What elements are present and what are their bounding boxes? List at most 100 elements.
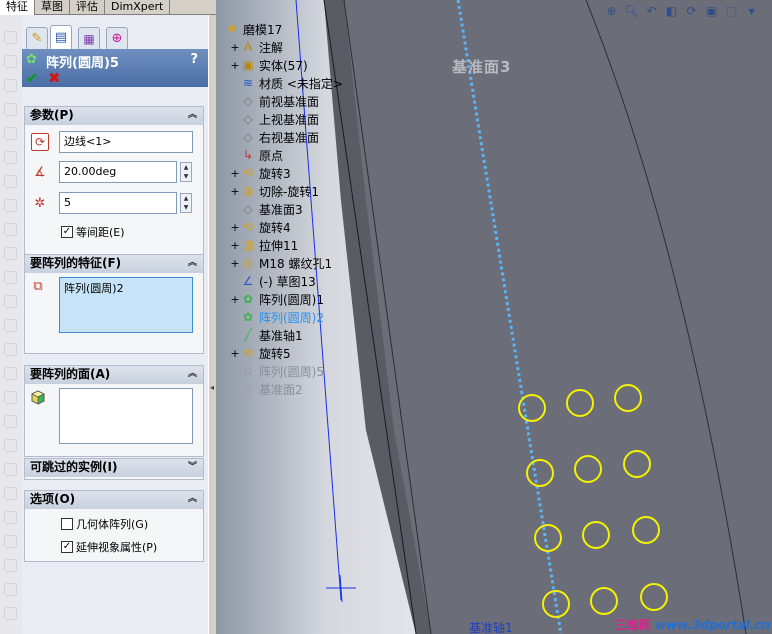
configuration-manager-tab[interactable]: ▦ — [78, 27, 100, 49]
watermark-label: 三维网 — [614, 618, 651, 632]
part-face[interactable] — [324, 0, 772, 634]
previous-view-icon[interactable]: ↶ — [643, 3, 660, 20]
tree-node[interactable]: ◇ 基准面3 — [230, 200, 302, 218]
tree-node-label: 旋转3 — [259, 166, 291, 181]
toolbar-ghost-icon — [4, 559, 17, 572]
rotate-view-icon[interactable]: ⟳ — [683, 3, 700, 20]
tree-node[interactable]: + ▥ 拉伸11 — [230, 236, 298, 254]
features-header-label: 要阵列的特征(F) — [30, 256, 122, 270]
expand-chevron-icon: ︾ — [187, 462, 197, 472]
tree-node[interactable]: ✿ 阵列(圆周)2 — [230, 308, 324, 326]
graphics-viewport[interactable]: 基准面3 ⊕ 🔍︎ ↶ ◧ ⟳ ▣ ⬚ ▾ ❖ 磨模17 + A 注解 + ▣ 实体(57… — [216, 0, 772, 634]
part-icon: ❖ — [226, 22, 238, 36]
skip-instances-header[interactable]: 可跳过的实例(I) ︾ — [25, 459, 203, 477]
features-header[interactable]: 要阵列的特征(F) ︽ — [25, 255, 203, 273]
angle-field[interactable]: 20.00deg — [59, 161, 177, 183]
geometry-pattern-checkbox[interactable]: 几何体阵列(G) — [61, 516, 148, 532]
instances-field[interactable]: 5 — [59, 192, 177, 214]
plane-icon: ◇ — [243, 94, 253, 108]
tree-root[interactable]: ❖ 磨模17 — [224, 20, 283, 38]
faces-header[interactable]: 要阵列的面(A) ︽ — [25, 366, 203, 384]
command-tabs: 特征 草图 评估 DimXpert — [0, 0, 216, 15]
collapse-chevron-icon: ︽ — [187, 494, 197, 504]
list-item[interactable]: 阵列(圆周)2 — [64, 280, 188, 296]
tree-node[interactable]: ∠ (-) 草图13 — [230, 272, 316, 290]
tree-node[interactable]: ↳ 原点 — [230, 146, 283, 164]
tree-node[interactable]: + ⟲ 旋转4 — [230, 218, 290, 236]
tree-node-label: 原点 — [259, 148, 284, 163]
expand-icon[interactable]: + — [230, 59, 240, 72]
zoom-area-icon[interactable]: 🔍︎ — [623, 3, 640, 20]
skip-instances-group: 可跳过的实例(I) ︾ — [24, 458, 204, 480]
expand-icon[interactable]: + — [230, 347, 240, 360]
tree-node[interactable]: + ✿ 阵列(圆周)1 — [230, 290, 324, 308]
tree-node-label: 基准轴1 — [259, 328, 303, 343]
angle-spinner[interactable]: ▲ ▼ — [180, 162, 192, 182]
tree-node[interactable]: + ◎ M18 螺纹孔1 — [230, 254, 332, 272]
plane-label: 基准面3 — [452, 58, 512, 76]
expand-icon[interactable]: + — [230, 257, 240, 270]
edge-selection-field[interactable]: 边线<1> — [59, 131, 193, 153]
expand-icon[interactable]: + — [230, 239, 240, 252]
tree-node[interactable]: ◇ 基准面2 — [230, 380, 302, 398]
faces-list[interactable] — [59, 388, 193, 444]
tab-sketch[interactable]: 草图 — [35, 0, 70, 15]
expand-icon[interactable]: + — [230, 167, 240, 180]
tree-node[interactable]: + ▣ 实体(57) — [230, 56, 307, 74]
tree-node[interactable]: ✿ 阵列(圆周)5 — [230, 362, 324, 380]
reverse-direction-icon[interactable]: ⟳ — [31, 133, 49, 151]
propagate-visual-checkbox[interactable]: ✓ 延伸视象属性(P) — [61, 539, 157, 555]
toolbar-ghost-icon — [4, 31, 17, 44]
expand-icon[interactable]: + — [230, 185, 240, 198]
options-group: 选项(O) ︽ 几何体阵列(G) ✓ 延伸视象属性(P) — [24, 490, 204, 562]
sketch-icon: ∠ — [242, 274, 254, 288]
chevron-down-icon[interactable]: ▾ — [743, 3, 760, 20]
zoom-to-fit-icon[interactable]: ⊕ — [603, 3, 620, 20]
equal-spacing-label: 等间距(E) — [76, 226, 125, 239]
toolbar-ghost-icon — [4, 151, 17, 164]
tree-node-label: 切除-旋转1 — [259, 184, 319, 199]
instances-spinner[interactable]: ▲ ▼ — [180, 193, 192, 213]
tree-node[interactable]: + ◍ 切除-旋转1 — [230, 182, 319, 200]
panel-splitter[interactable]: ◂ — [208, 15, 216, 634]
tree-node-label: 阵列(圆周)5 — [259, 364, 324, 379]
tab-evaluate[interactable]: 评估 — [70, 0, 105, 15]
hole-icon: ◎ — [242, 256, 254, 270]
display-style-icon[interactable]: ▣ — [703, 3, 720, 20]
tree-node[interactable]: + ⟲ 旋转5 — [230, 344, 290, 362]
tree-node[interactable]: ◇ 上视基准面 — [230, 110, 319, 128]
expand-icon[interactable]: + — [230, 41, 240, 54]
property-manager-tab[interactable]: ▤ — [50, 25, 72, 49]
plane-icon: ◇ — [243, 382, 253, 396]
revolve-icon: ⟲ — [242, 346, 254, 360]
view-orientation-icon[interactable]: ⬚ — [723, 3, 740, 20]
toolbar-ghost-icon — [4, 223, 17, 236]
expand-icon[interactable]: + — [230, 293, 240, 306]
features-list[interactable]: 阵列(圆周)2 — [59, 277, 193, 333]
options-header[interactable]: 选项(O) ︽ — [25, 491, 203, 509]
tree-node[interactable]: ≋ 材质 <未指定> — [230, 74, 343, 92]
help-button[interactable]: ? — [190, 52, 198, 67]
expand-icon[interactable]: + — [230, 221, 240, 234]
tree-node[interactable]: + A 注解 — [230, 38, 283, 56]
checkbox-check-icon: ✓ — [61, 541, 73, 553]
tab-features[interactable]: 特征 — [0, 0, 35, 15]
equal-spacing-checkbox[interactable]: ✓ 等间距(E) — [61, 224, 125, 240]
cancel-button[interactable]: ✖ — [48, 71, 61, 86]
toolbar-ghost-icon — [4, 607, 17, 620]
face-select-icon — [29, 388, 47, 406]
tree-root-label: 磨模17 — [243, 22, 283, 37]
plane-icon: ◇ — [243, 130, 253, 144]
revolve-icon: ⟲ — [242, 220, 254, 234]
configuration-icon: ▦ — [83, 31, 95, 46]
tree-node[interactable]: ╱ 基准轴1 — [230, 326, 303, 344]
ok-button[interactable]: ✔ — [26, 71, 39, 86]
display-manager-tab[interactable]: ⊕ — [106, 27, 128, 49]
tree-node[interactable]: + ⟲ 旋转3 — [230, 164, 291, 182]
tree-node[interactable]: ◇ 右视基准面 — [230, 128, 319, 146]
tree-node[interactable]: ◇ 前视基准面 — [230, 92, 319, 110]
tab-dimxpert[interactable]: DimXpert — [105, 0, 171, 15]
feature-manager-tab[interactable]: ✎ — [26, 27, 48, 49]
parameters-header[interactable]: 参数(P) ︽ — [25, 107, 203, 125]
section-view-icon[interactable]: ◧ — [663, 3, 680, 20]
